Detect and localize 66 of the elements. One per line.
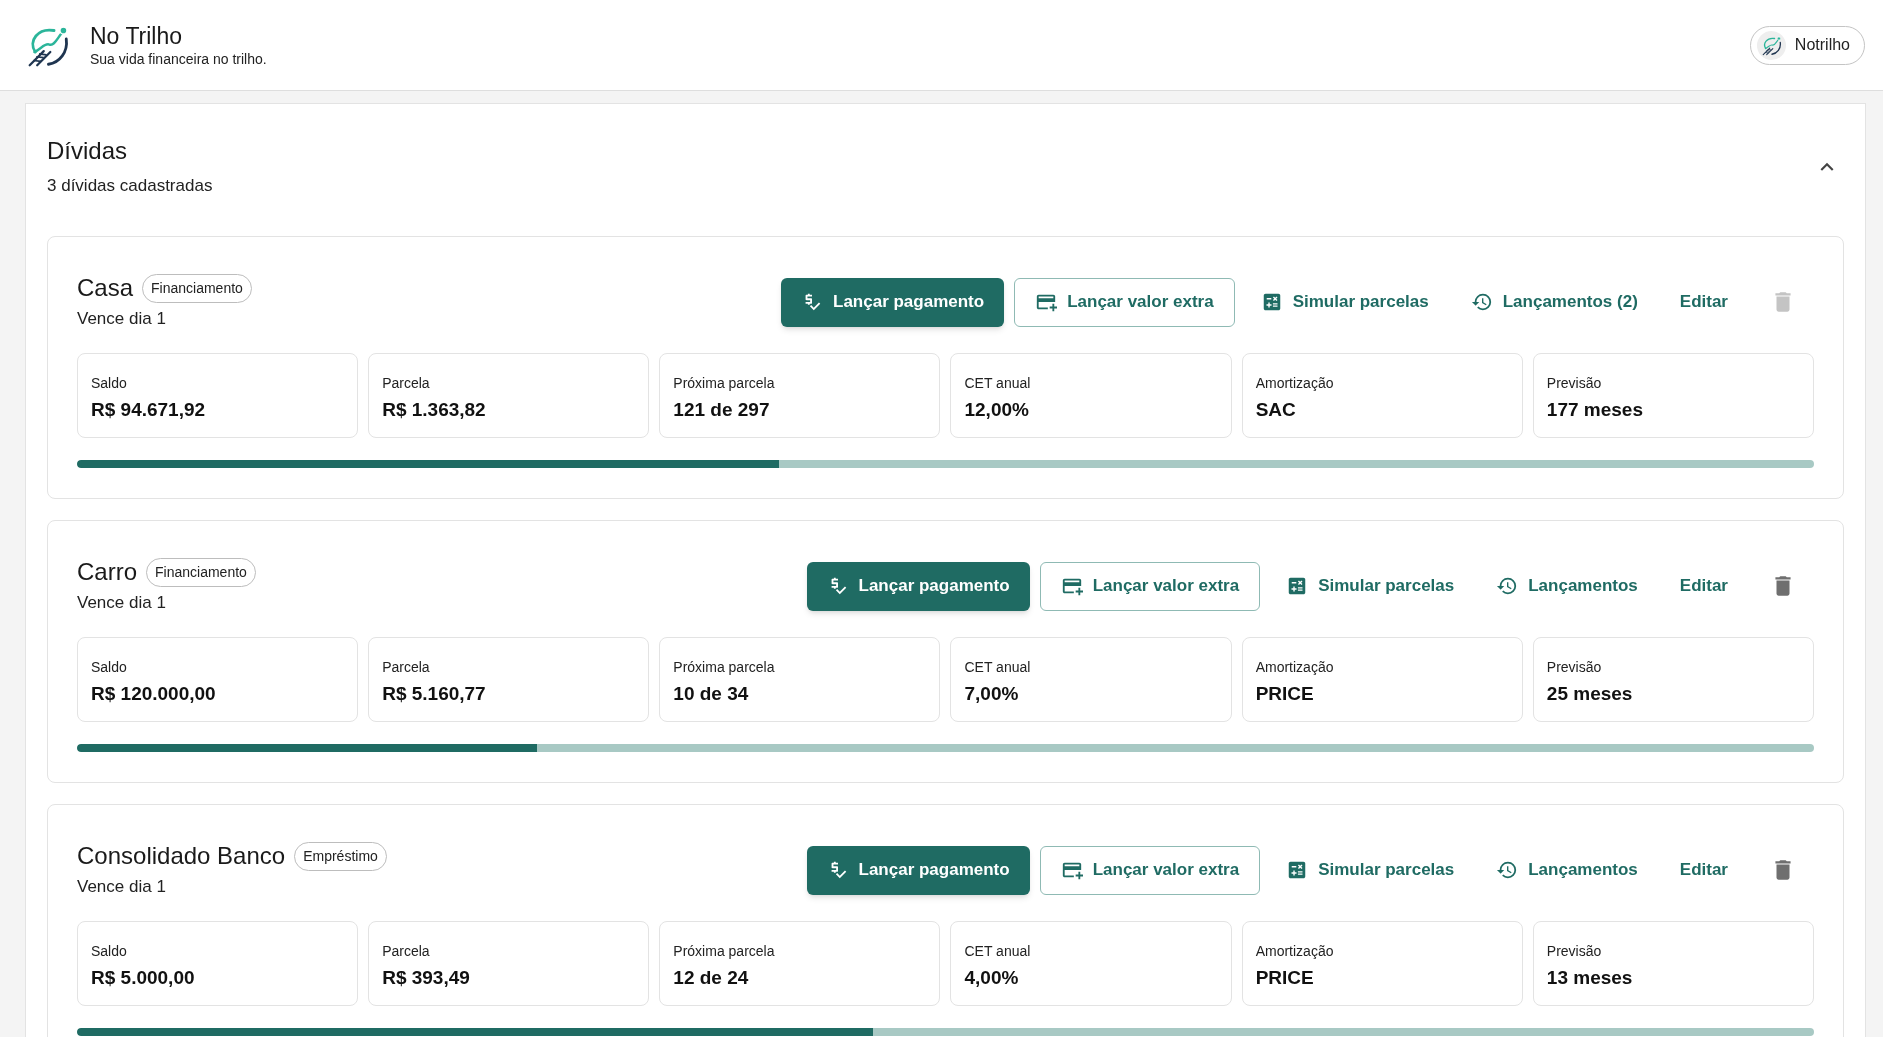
stat-value: 121 de 297 — [673, 397, 771, 422]
stat-value: 13 meses — [1546, 965, 1634, 990]
history-icon — [1496, 859, 1519, 881]
stat-value: R$ 5.160,77 — [382, 681, 487, 706]
stat-label: Previsão — [1546, 657, 1603, 677]
pay-button[interactable]: Lançar pagamento — [781, 277, 1005, 327]
stat-label: Amortização — [1255, 373, 1335, 393]
stat-value: R$ 393,49 — [382, 965, 471, 990]
history-icon — [1470, 291, 1493, 313]
stat-label: Amortização — [1255, 941, 1335, 961]
panel-subtitle: 3 dívidas cadastradas — [47, 175, 213, 197]
stat-label: Parcela — [382, 373, 431, 393]
history-icon — [1496, 575, 1519, 597]
stat-value: PRICE — [1255, 681, 1315, 706]
stat-value: 7,00% — [964, 681, 1020, 706]
history-button[interactable]: Lançamentos — [1480, 845, 1654, 895]
stat-value: 12,00% — [964, 397, 1030, 422]
due-date-text: Vence dia 1 — [77, 876, 167, 898]
stat-label: Próxima parcela — [673, 373, 776, 393]
stat-value: 12 de 24 — [673, 965, 750, 990]
stat-label: CET anual — [964, 941, 1032, 961]
stat-value: 177 meses — [1546, 397, 1644, 422]
stat-label: Previsão — [1546, 373, 1603, 393]
stat-value: 4,00% — [964, 965, 1020, 990]
panel-title: Dívidas — [47, 136, 129, 166]
stat-label: Saldo — [91, 941, 128, 961]
stat-label: Saldo — [91, 657, 128, 677]
avatar-icon — [1756, 30, 1786, 60]
history-button[interactable]: Lançamentos (2) — [1454, 277, 1654, 327]
extra-value-button[interactable]: Lançar valor extra — [1039, 845, 1261, 895]
debt-name: Consolidado Banco — [77, 841, 286, 871]
pay-button[interactable]: Lançar pagamento — [806, 561, 1030, 611]
stat-value: R$ 120.000,00 — [91, 681, 217, 706]
debt-name: Carro — [77, 557, 137, 587]
history-button[interactable]: Lançamentos — [1480, 561, 1654, 611]
pay-button[interactable]: Lançar pagamento — [806, 845, 1030, 895]
edit-button[interactable]: Editar — [1663, 845, 1744, 895]
stat-value: 25 meses — [1546, 681, 1634, 706]
stat-label: Parcela — [382, 657, 431, 677]
stat-label: CET anual — [964, 373, 1032, 393]
stat-label: Amortização — [1255, 657, 1335, 677]
simulate-button[interactable]: Simular parcelas — [1270, 845, 1471, 895]
extra-value-button[interactable]: Lançar valor extra — [1014, 277, 1235, 327]
simulate-button[interactable]: Simular parcelas — [1244, 277, 1445, 327]
account-button[interactable]: Notrilho — [1749, 25, 1865, 65]
stat-label: Saldo — [91, 373, 128, 393]
debt-name: Casa — [77, 273, 134, 303]
app-title: No Trilho — [90, 22, 184, 50]
stat-value: PRICE — [1255, 965, 1315, 990]
edit-button[interactable]: Editar — [1663, 277, 1744, 327]
stat-label: Próxima parcela — [673, 657, 776, 677]
extra-value-button[interactable]: Lançar valor extra — [1039, 561, 1261, 611]
simulate-button[interactable]: Simular parcelas — [1270, 561, 1471, 611]
edit-button[interactable]: Editar — [1663, 561, 1744, 611]
stat-value: SAC — [1255, 397, 1297, 422]
app-tagline: Sua vida financeira no trilho. — [90, 50, 267, 68]
stat-label: CET anual — [964, 657, 1032, 677]
stat-label: Próxima parcela — [673, 941, 776, 961]
stat-value: R$ 5.000,00 — [91, 965, 196, 990]
stat-label: Parcela — [382, 941, 431, 961]
stat-label: Previsão — [1546, 941, 1603, 961]
stat-value: 10 de 34 — [673, 681, 750, 706]
due-date-text: Vence dia 1 — [77, 308, 167, 330]
stat-value: R$ 94.671,92 — [91, 397, 207, 422]
due-date-text: Vence dia 1 — [77, 592, 167, 614]
stat-value: R$ 1.363,82 — [382, 397, 487, 422]
